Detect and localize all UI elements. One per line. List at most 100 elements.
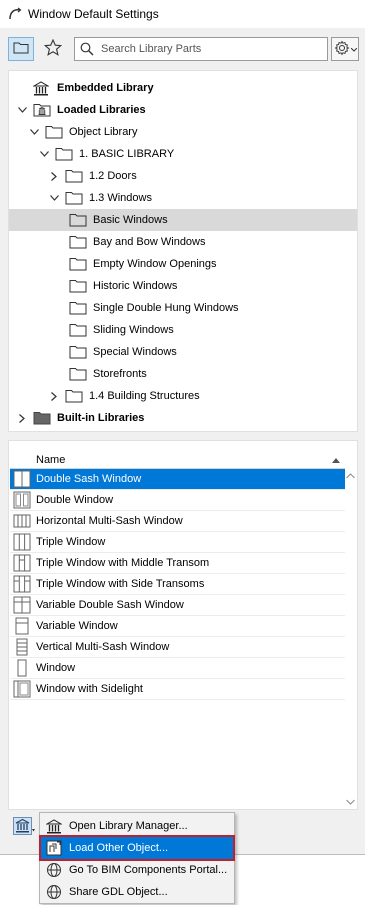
toolbar (8, 36, 359, 62)
list-row-triple-window[interactable]: Triple Window (10, 532, 345, 553)
list-row-variable-window[interactable]: Variable Window (10, 616, 345, 637)
tree-item-label: Embedded Library (57, 82, 154, 94)
tree-item-label: Object Library (69, 126, 138, 138)
window-icon (12, 680, 32, 698)
list-item-label: Double Sash Window (36, 473, 142, 485)
tree-item-object-library[interactable]: Object Library (9, 121, 357, 143)
tree-item-bay-bow-windows[interactable]: Bay and Bow Windows (9, 231, 357, 253)
filled-folder-icon (33, 411, 51, 425)
menu-item-label: Go To BIM Components Portal... (69, 864, 228, 876)
tree-item-label: 1.4 Building Structures (89, 390, 200, 402)
library-parts-list: Name Double Sash Window Double Window Ho… (8, 440, 358, 810)
library-settings-window: Window Default Settings Search Library P… (0, 0, 365, 855)
tree-item-label: Single Double Hung Windows (93, 302, 239, 314)
list-row-window[interactable]: Window (10, 658, 345, 679)
tree-item-sliding-windows[interactable]: Sliding Windows (9, 319, 357, 341)
menu-item-bim-components-portal[interactable]: Go To BIM Components Portal... (41, 859, 233, 881)
tree-item-windows[interactable]: 1.3 Windows (9, 187, 357, 209)
folder-icon (69, 213, 87, 227)
chevron-right-icon[interactable] (49, 171, 59, 181)
list-row-double-sash-window[interactable]: Double Sash Window (10, 469, 345, 490)
folder-icon (65, 191, 83, 205)
window-icon (12, 638, 32, 656)
folder-icon (69, 367, 87, 381)
favorites-button[interactable] (40, 37, 66, 61)
list-item-label: Double Window (36, 494, 114, 506)
list-item-label: Vertical Multi-Sash Window (36, 641, 170, 653)
menu-item-load-other-object[interactable]: Load Other Object... (39, 835, 235, 861)
window-title: Window Default Settings (28, 7, 159, 21)
window-icon (12, 659, 32, 677)
tree-item-historic-windows[interactable]: Historic Windows (9, 275, 357, 297)
tree-item-label: 1. BASIC LIBRARY (79, 148, 175, 160)
list-row-vertical-multi-sash[interactable]: Vertical Multi-Sash Window (10, 637, 345, 658)
list-row-variable-double-sash[interactable]: Variable Double Sash Window (10, 595, 345, 616)
load-object-icon (45, 839, 63, 857)
chevron-right-icon[interactable] (49, 391, 59, 401)
settings-dropdown-button[interactable] (331, 37, 359, 61)
list-scrollbar[interactable] (344, 469, 356, 809)
folder-icon (13, 41, 29, 57)
tree-item-loaded-libraries[interactable]: Loaded Libraries (9, 99, 357, 121)
window-icon (12, 512, 32, 530)
tree-item-label: Special Windows (93, 346, 177, 358)
menu-item-label: Open Library Manager... (69, 820, 188, 832)
scroll-down-icon[interactable] (345, 797, 355, 807)
library-building-icon (33, 80, 51, 95)
chevron-down-icon (350, 43, 357, 55)
search-field[interactable] (74, 37, 328, 61)
tree-item-empty-window-openings[interactable]: Empty Window Openings (9, 253, 357, 275)
chevron-down-icon[interactable] (29, 127, 39, 137)
folder-icon (69, 235, 87, 249)
list-item-label: Triple Window with Side Transoms (36, 578, 205, 590)
list-row-double-window[interactable]: Double Window (10, 490, 345, 511)
column-header-label: Name (36, 453, 66, 466)
tree-item-basic-windows[interactable]: Basic Windows (9, 209, 357, 231)
folder-icon (45, 125, 63, 139)
folder-icon (69, 279, 87, 293)
tree-item-storefronts[interactable]: Storefronts (9, 363, 357, 385)
tree-item-label: Bay and Bow Windows (93, 236, 206, 248)
library-options-button[interactable] (10, 816, 38, 838)
tree-item-doors[interactable]: 1.2 Doors (9, 165, 357, 187)
star-icon (43, 38, 63, 59)
window-icon (12, 617, 32, 635)
menu-item-share-gdl-object[interactable]: Share GDL Object... (41, 881, 233, 903)
search-icon (80, 41, 96, 57)
list-row-horizontal-multi-sash[interactable]: Horizontal Multi-Sash Window (10, 511, 345, 532)
window-icon (12, 491, 32, 509)
menu-item-open-library-manager[interactable]: Open Library Manager... (41, 815, 233, 837)
folder-view-button[interactable] (8, 37, 34, 61)
tree-item-label: Basic Windows (93, 214, 168, 226)
chevron-right-icon[interactable] (17, 413, 27, 423)
list-item-label: Horizontal Multi-Sash Window (36, 515, 183, 527)
folder-icon (65, 389, 83, 403)
tree-item-single-double-hung[interactable]: Single Double Hung Windows (9, 297, 357, 319)
column-header-name[interactable]: Name (10, 451, 345, 469)
list-item-label: Window with Sidelight (36, 683, 143, 695)
list-item-label: Variable Window (36, 620, 118, 632)
tree-item-label: 1.3 Windows (89, 192, 152, 204)
chevron-down-icon[interactable] (49, 193, 59, 203)
tree-item-embedded-library[interactable]: Embedded Library (9, 77, 357, 99)
search-input[interactable] (101, 43, 321, 55)
scroll-up-icon[interactable] (345, 471, 355, 481)
library-building-icon (13, 816, 35, 838)
window-icon (12, 575, 32, 593)
tree-item-label: Sliding Windows (93, 324, 174, 336)
list-row-window-with-sidelight[interactable]: Window with Sidelight (10, 679, 345, 700)
tree-item-basic-library[interactable]: 1. BASIC LIBRARY (9, 143, 357, 165)
library-options-menu: Open Library Manager... Load Other Objec… (39, 812, 235, 904)
list-row-triple-middle-transom[interactable]: Triple Window with Middle Transom (10, 553, 345, 574)
menu-item-label: Share GDL Object... (69, 886, 168, 898)
chevron-down-icon[interactable] (39, 149, 49, 159)
tree-item-label: Empty Window Openings (93, 258, 217, 270)
chevron-down-icon[interactable] (17, 105, 27, 115)
folder-icon (65, 169, 83, 183)
list-item-label: Window (36, 662, 76, 674)
tree-item-built-in-libraries[interactable]: Built-in Libraries (9, 407, 357, 429)
window-icon (12, 470, 32, 488)
list-row-triple-side-transoms[interactable]: Triple Window with Side Transoms (10, 574, 345, 595)
tree-item-special-windows[interactable]: Special Windows (9, 341, 357, 363)
tree-item-building-structures[interactable]: 1.4 Building Structures (9, 385, 357, 407)
